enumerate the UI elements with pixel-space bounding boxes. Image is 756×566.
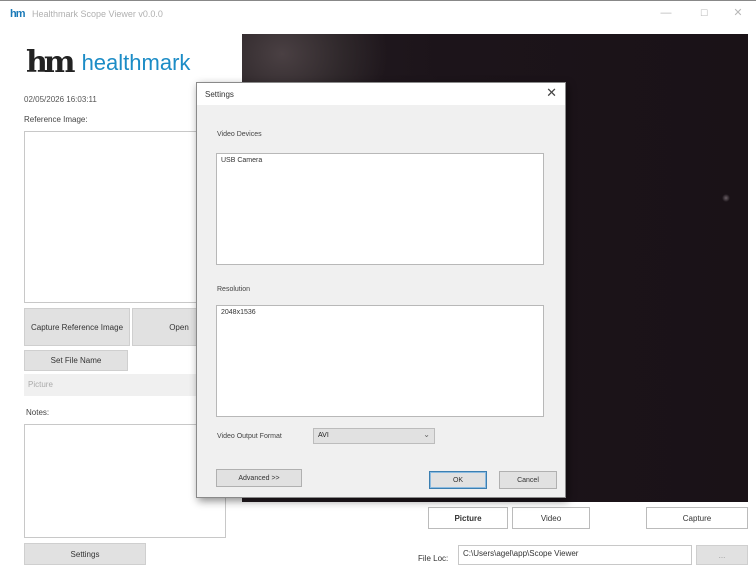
resolution-label: Resolution <box>217 286 251 293</box>
logo-mark-icon: hm <box>26 45 76 80</box>
title-bar: hm Healthmark Scope Viewer v0.0.0 — ☐ ✕ <box>0 0 756 26</box>
video-devices-list[interactable]: USB Camera <box>216 153 544 265</box>
output-format-value: AVI <box>318 432 329 439</box>
advanced-button[interactable]: Advanced >> <box>216 469 302 487</box>
settings-dialog: Settings ✕ Video Devices USB Camera Reso… <box>196 82 566 498</box>
maximize-button[interactable]: ☐ <box>690 5 718 21</box>
browse-button[interactable]: ... <box>696 545 748 565</box>
settings-button[interactable]: Settings <box>24 543 146 565</box>
window-title: Healthmark Scope Viewer v0.0.0 <box>32 8 163 19</box>
output-format-label: Video Output Format <box>217 433 282 440</box>
dialog-title: Settings <box>205 90 234 99</box>
dialog-close-icon[interactable]: ✕ <box>546 85 557 101</box>
capture-button[interactable]: Capture <box>646 507 748 529</box>
close-window-button[interactable]: ✕ <box>724 5 752 21</box>
set-file-name-button[interactable]: Set File Name <box>24 350 128 371</box>
video-devices-label: Video Devices <box>217 131 262 138</box>
output-format-select[interactable]: AVI ⌄ <box>313 428 435 444</box>
timestamp: 02/05/2026 16:03:11 <box>24 95 97 104</box>
cancel-button[interactable]: Cancel <box>499 471 557 489</box>
minimize-button[interactable]: — <box>652 5 680 21</box>
chevron-down-icon: ⌄ <box>423 430 430 439</box>
file-location-input[interactable]: C:\Users\agel\app\Scope Viewer <box>458 545 692 565</box>
video-glint <box>722 194 730 202</box>
app-icon: hm <box>10 7 26 20</box>
reference-image-label: Reference Image: <box>24 115 88 124</box>
ok-button[interactable]: OK <box>429 471 487 489</box>
file-location-label: File Loc: <box>418 554 449 563</box>
video-button[interactable]: Video <box>512 507 590 529</box>
healthmark-logo: hm healthmark <box>26 48 190 78</box>
list-item[interactable]: USB Camera <box>221 157 539 164</box>
dialog-title-bar: Settings ✕ <box>197 83 565 105</box>
list-item[interactable]: 2048x1536 <box>221 309 539 316</box>
capture-reference-image-button[interactable]: Capture Reference Image <box>24 308 130 346</box>
notes-label: Notes: <box>26 408 50 417</box>
logo-text: healthmark <box>81 50 191 75</box>
resolution-list[interactable]: 2048x1536 <box>216 305 544 417</box>
picture-button[interactable]: Picture <box>428 507 508 529</box>
